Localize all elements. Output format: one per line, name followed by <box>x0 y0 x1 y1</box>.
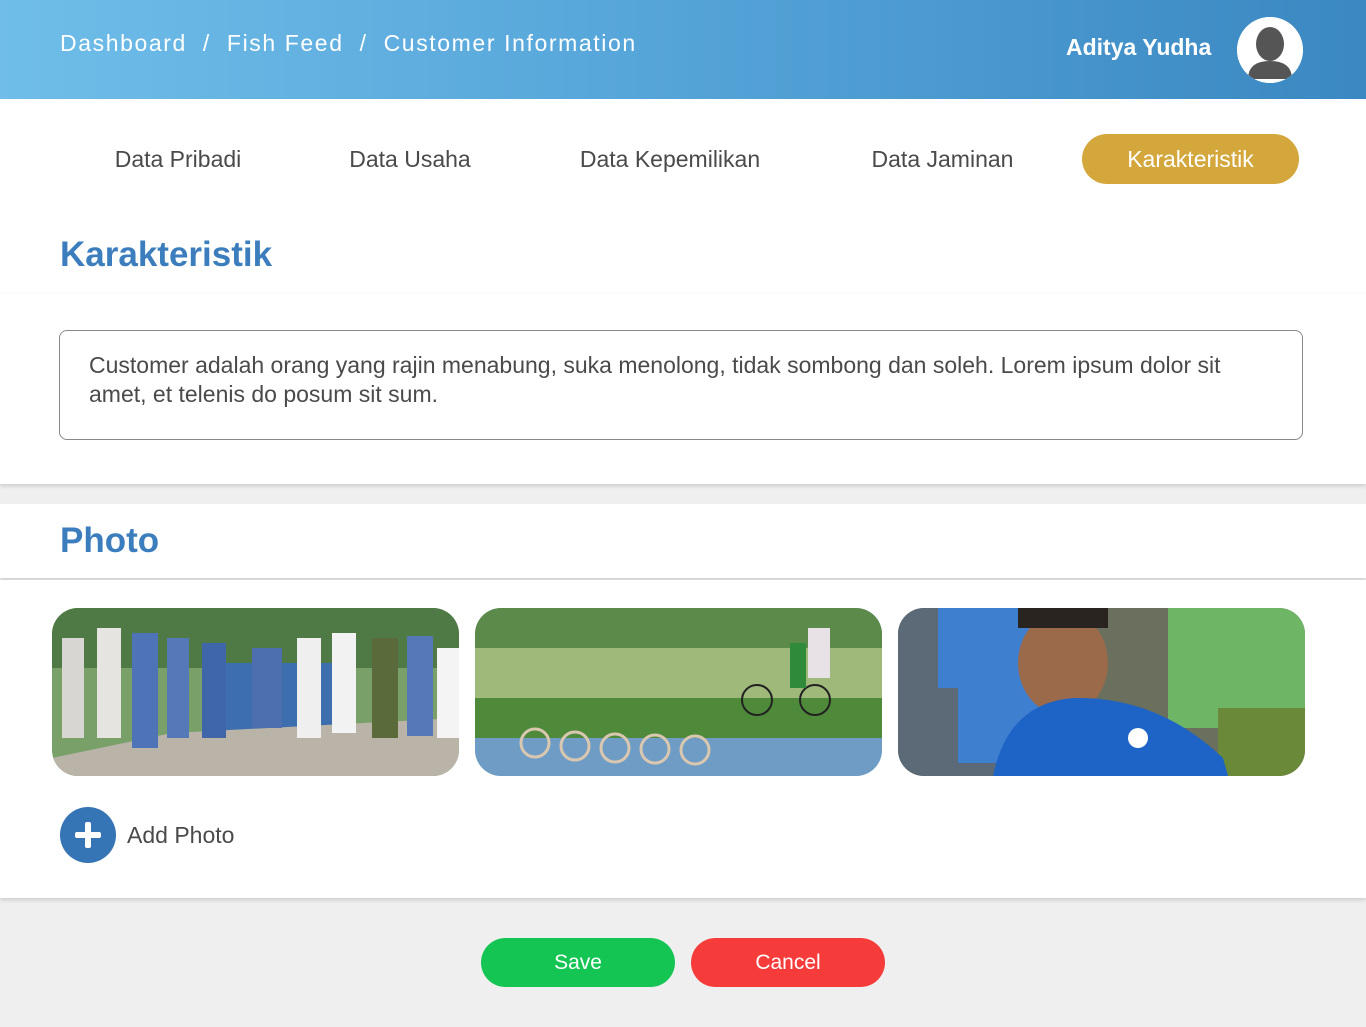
cancel-button[interactable]: Cancel <box>691 938 885 987</box>
top-bar: Dashboard / Fish Feed / Customer Informa… <box>0 0 1366 99</box>
tab-data-usaha[interactable]: Data Usaha <box>320 134 500 184</box>
add-photo-label: Add Photo <box>127 821 235 848</box>
breadcrumb-fish-feed[interactable]: Fish Feed <box>227 30 344 57</box>
save-button[interactable]: Save <box>481 938 675 987</box>
karakteristik-title: Karakteristik <box>60 235 273 274</box>
breadcrumb-separator: / <box>202 30 211 56</box>
tabs-panel: Data Pribadi Data Usaha Data Kepemilikan… <box>0 99 1366 294</box>
photo-panel: Add Photo <box>0 580 1366 898</box>
photo-thumbnail[interactable] <box>898 608 1305 776</box>
plus-circle-icon <box>60 807 116 863</box>
breadcrumb-separator: / <box>359 30 368 56</box>
karakteristik-panel: Customer adalah orang yang rajin menabun… <box>0 294 1366 484</box>
karakteristik-description-field[interactable]: Customer adalah orang yang rajin menabun… <box>59 330 1303 440</box>
photo-thumbnail[interactable] <box>475 608 882 776</box>
breadcrumb-dashboard[interactable]: Dashboard <box>60 30 187 57</box>
photo-title: Photo <box>60 521 160 560</box>
tab-data-jaminan[interactable]: Data Jaminan <box>845 134 1040 184</box>
user-name[interactable]: Aditya Yudha <box>1066 34 1211 61</box>
photo-section-header: Photo <box>0 504 1366 578</box>
tab-data-kepemilikan[interactable]: Data Kepemilikan <box>555 134 785 184</box>
photo-thumbnail[interactable] <box>52 608 459 776</box>
tab-karakteristik[interactable]: Karakteristik <box>1082 134 1299 184</box>
user-avatar-icon[interactable] <box>1237 17 1303 83</box>
tab-data-pribadi[interactable]: Data Pribadi <box>88 134 268 184</box>
breadcrumb-customer-information: Customer Information <box>383 30 637 56</box>
breadcrumb: Dashboard / Fish Feed / Customer Informa… <box>60 30 637 57</box>
add-photo-button[interactable]: Add Photo <box>60 807 234 863</box>
